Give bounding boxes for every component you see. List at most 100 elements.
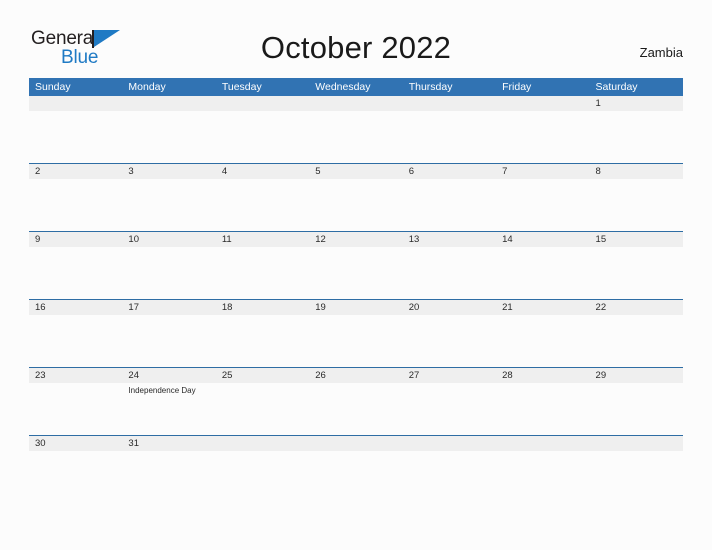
day-number[interactable]: 24 <box>122 368 215 383</box>
day-number[interactable]: 18 <box>216 300 309 315</box>
day-cell[interactable] <box>29 179 122 231</box>
day-cell[interactable] <box>403 179 496 231</box>
day-number[interactable]: 8 <box>590 164 683 179</box>
day-number[interactable] <box>29 96 122 111</box>
day-cell[interactable] <box>496 315 589 367</box>
day-number[interactable] <box>309 436 402 451</box>
day-cell[interactable] <box>216 451 309 481</box>
day-number[interactable]: 21 <box>496 300 589 315</box>
weekday-tuesday: Tuesday <box>221 81 262 93</box>
day-cell[interactable] <box>122 451 215 481</box>
day-number[interactable]: 30 <box>29 436 122 451</box>
day-number[interactable] <box>216 96 309 111</box>
week-row: 9 10 11 12 13 14 15 <box>29 231 683 299</box>
day-number[interactable]: 22 <box>590 300 683 315</box>
week-event-body <box>29 315 683 367</box>
day-cell[interactable] <box>309 383 402 435</box>
day-number[interactable]: 4 <box>216 164 309 179</box>
day-cell[interactable] <box>590 111 683 163</box>
week-event-body <box>29 111 683 163</box>
day-cell[interactable] <box>309 247 402 299</box>
day-cell[interactable] <box>403 247 496 299</box>
page-header: General Blue October 2022 Zambia <box>0 0 712 78</box>
week-row: 30 31 <box>29 435 683 481</box>
day-event: Independence Day <box>128 386 196 395</box>
day-number[interactable]: 11 <box>216 232 309 247</box>
weekday-sunday: Sunday <box>35 81 71 93</box>
day-number[interactable]: 5 <box>309 164 402 179</box>
day-number[interactable]: 19 <box>309 300 402 315</box>
day-number[interactable]: 3 <box>122 164 215 179</box>
day-cell[interactable] <box>29 383 122 435</box>
day-cell[interactable] <box>496 451 589 481</box>
day-cell[interactable] <box>122 111 215 163</box>
day-number[interactable]: 28 <box>496 368 589 383</box>
day-number[interactable]: 29 <box>590 368 683 383</box>
day-cell[interactable] <box>29 111 122 163</box>
day-cell[interactable] <box>122 315 215 367</box>
day-number[interactable]: 6 <box>403 164 496 179</box>
day-number[interactable] <box>496 96 589 111</box>
day-number[interactable] <box>309 96 402 111</box>
day-cell[interactable] <box>590 247 683 299</box>
day-number[interactable]: 17 <box>122 300 215 315</box>
day-cell[interactable] <box>403 315 496 367</box>
day-cell[interactable] <box>496 383 589 435</box>
day-number[interactable] <box>590 436 683 451</box>
day-cell[interactable] <box>216 247 309 299</box>
day-cell[interactable] <box>403 451 496 481</box>
day-number[interactable]: 12 <box>309 232 402 247</box>
day-number[interactable]: 26 <box>309 368 402 383</box>
day-number[interactable]: 16 <box>29 300 122 315</box>
day-number[interactable] <box>403 96 496 111</box>
day-cell[interactable] <box>590 451 683 481</box>
day-cell[interactable] <box>29 247 122 299</box>
weekday-monday: Monday <box>128 81 166 93</box>
day-number[interactable]: 15 <box>590 232 683 247</box>
day-number[interactable]: 10 <box>122 232 215 247</box>
day-cell[interactable] <box>216 315 309 367</box>
day-number[interactable]: 13 <box>403 232 496 247</box>
day-cell[interactable] <box>590 383 683 435</box>
day-number[interactable]: 23 <box>29 368 122 383</box>
day-cell[interactable] <box>403 111 496 163</box>
day-cell[interactable] <box>216 383 309 435</box>
day-cell[interactable] <box>496 111 589 163</box>
day-cell[interactable] <box>403 383 496 435</box>
calendar-page: General Blue October 2022 Zambia Sunday … <box>0 0 712 550</box>
day-cell[interactable] <box>122 247 215 299</box>
day-cell[interactable] <box>216 111 309 163</box>
day-cell[interactable]: Independence Day <box>122 383 215 435</box>
day-cell[interactable] <box>309 179 402 231</box>
day-cell[interactable] <box>496 247 589 299</box>
day-cell[interactable] <box>122 179 215 231</box>
day-number[interactable]: 7 <box>496 164 589 179</box>
weekday-wednesday: Wednesday <box>315 81 371 93</box>
day-cell[interactable] <box>496 179 589 231</box>
day-number[interactable]: 27 <box>403 368 496 383</box>
week-date-band: 9 10 11 12 13 14 15 <box>29 232 683 247</box>
day-cell[interactable] <box>590 315 683 367</box>
week-event-body <box>29 247 683 299</box>
day-cell[interactable] <box>29 451 122 481</box>
day-number[interactable]: 2 <box>29 164 122 179</box>
day-number[interactable]: 31 <box>122 436 215 451</box>
day-cell[interactable] <box>309 315 402 367</box>
day-cell[interactable] <box>590 179 683 231</box>
day-cell[interactable] <box>29 315 122 367</box>
day-number[interactable]: 14 <box>496 232 589 247</box>
day-number[interactable] <box>496 436 589 451</box>
calendar-grid: Sunday Monday Tuesday Wednesday Thursday… <box>29 78 683 481</box>
day-number[interactable]: 1 <box>590 96 683 111</box>
day-cell[interactable] <box>216 179 309 231</box>
day-cell[interactable] <box>309 451 402 481</box>
week-date-band: 30 31 <box>29 436 683 451</box>
day-number[interactable] <box>216 436 309 451</box>
day-number[interactable] <box>403 436 496 451</box>
day-number[interactable]: 9 <box>29 232 122 247</box>
day-number[interactable]: 25 <box>216 368 309 383</box>
day-number[interactable]: 20 <box>403 300 496 315</box>
day-cell[interactable] <box>309 111 402 163</box>
week-date-band: 2 3 4 5 6 7 8 <box>29 164 683 179</box>
day-number[interactable] <box>122 96 215 111</box>
